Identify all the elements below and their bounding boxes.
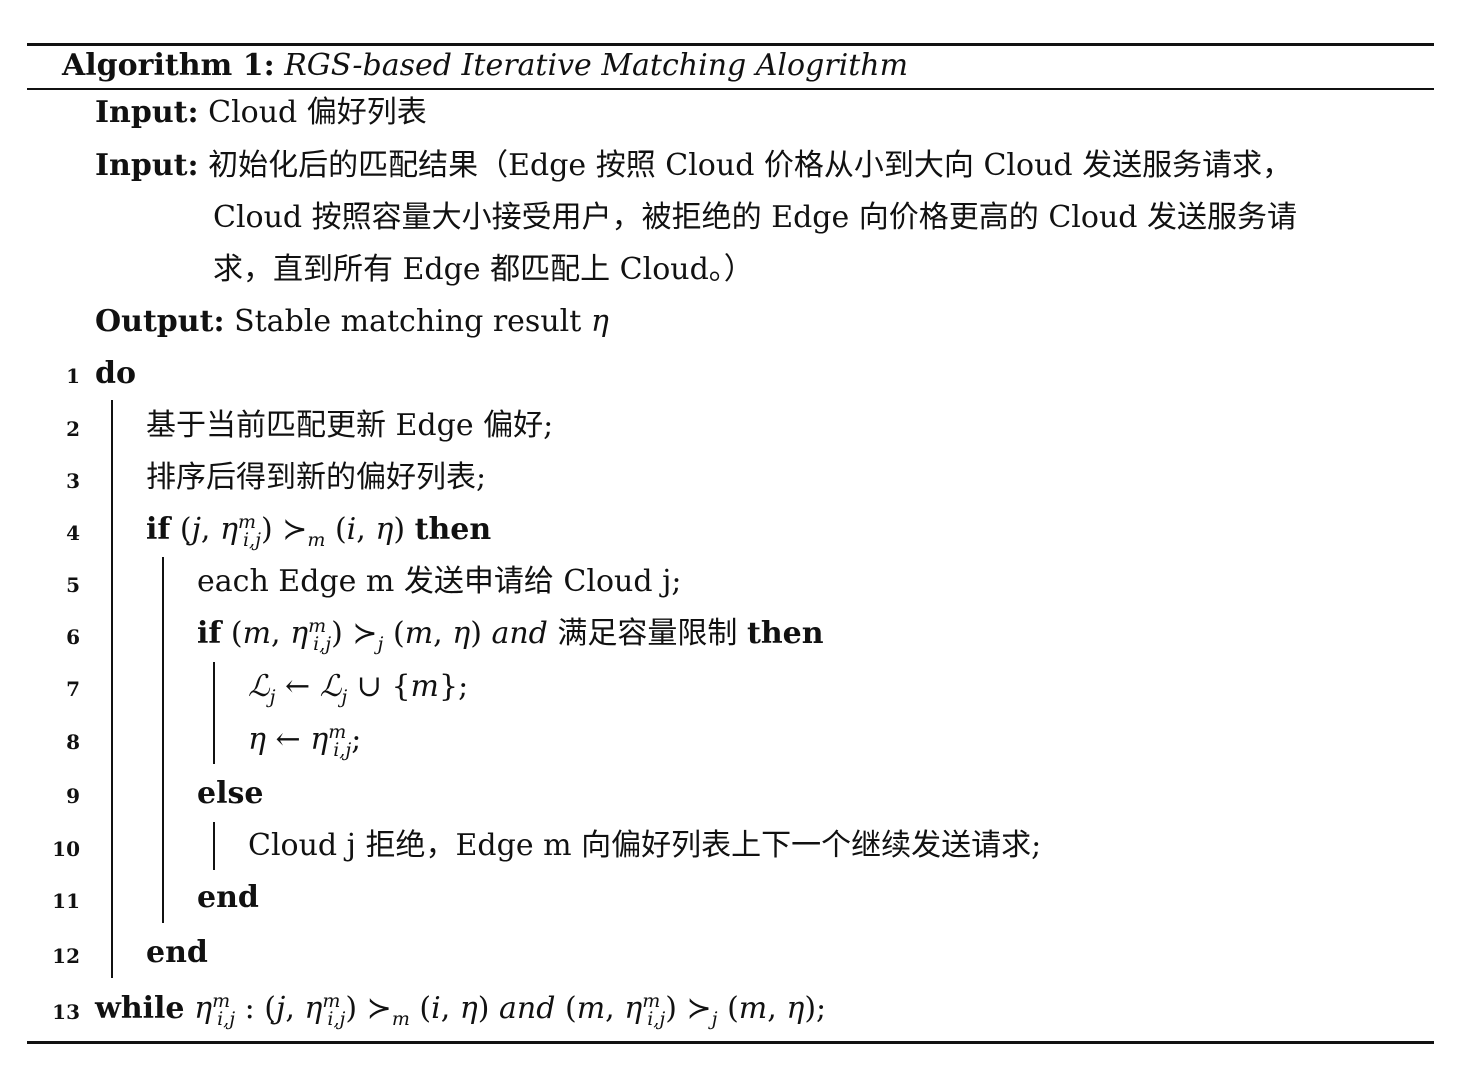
then-keyword: then [746,616,824,651]
algorithm-caption: Algorithm 1: RGS-based Iterative Matchin… [62,46,908,86]
line-number: 1 [66,364,80,388]
math-expression: ηmi,j : (j, ηmi,j) ≻m (i, η) and (m, ηmi… [194,990,827,1030]
if-keyword: if [146,512,171,547]
line-number: 3 [66,469,80,493]
line-number: 12 [52,944,80,968]
end-keyword: end [197,880,259,915]
output-text: Stable matching result [234,304,582,339]
line-number: 2 [66,417,80,441]
algorithm-label: Algorithm 1: [62,48,275,83]
input-1-text: Cloud 偏好列表 [208,95,427,130]
line-number: 6 [66,625,80,649]
line-6-statement: if (m, ηmi,j) ≻j (m, η) and 满足容量限制 then [197,614,824,654]
line-number: 11 [52,889,80,913]
bottom-rule [27,1041,1434,1044]
line-number: 7 [66,677,80,701]
then-keyword: then [414,512,492,547]
algorithm-title: RGS-based Iterative Matching Alogrithm [284,48,909,83]
math-expression: (j, ηmi,j) ≻m (i, η) [179,511,406,551]
else-block-bar [213,822,215,870]
line-4-statement: if (j, ηmi,j) ≻m (i, η) then [146,510,491,550]
input-1: Input: Cloud 偏好列表 [95,93,427,133]
line-8-statement: η ← ηmi,j; [248,720,361,760]
line-number: 4 [66,521,80,545]
math-expression: (m, ηmi,j) ≻j (m, η) and [230,615,548,655]
if-keyword: if [197,616,222,651]
input-1-label: Input: [95,95,199,130]
line-number: 9 [66,784,80,808]
output-label: Output: [95,304,225,339]
do-block-bar [111,400,113,978]
input-2-line-2: Cloud 按照容量大小接受用户，被拒绝的 Edge 向价格更高的 Cloud … [213,200,1298,235]
line-7-statement: ℒj ← ℒj ∪ {m}; [248,667,468,707]
while-keyword: while [95,991,185,1026]
input-2: Input: 初始化后的匹配结果（Edge 按照 Cloud 价格从小到大向 C… [95,146,1292,186]
then-block-bar [213,662,215,764]
line-number: 13 [52,1000,80,1024]
end-keyword: end [146,935,208,970]
if-block-bar [162,557,164,923]
line-number: 10 [52,837,80,861]
line-13-statement: while ηmi,j : (j, ηmi,j) ≻m (i, η) and (… [95,989,826,1029]
capacity-condition: 满足容量限制 [557,616,738,651]
do-keyword: do [95,356,136,391]
output-symbol: η [590,304,609,339]
math-expression: ℒj ← ℒj ∪ {m}; [248,669,469,708]
line-5-statement: each Edge m 发送申请给 Cloud j; [197,564,682,599]
header-rule [27,88,1434,90]
input-2-label: Input: [95,148,199,183]
math-expression: η ← ηmi,j; [248,721,362,761]
input-2-line-3: 求，直到所有 Edge 都匹配上 Cloud。） [213,252,754,287]
line-10-statement: Cloud j 拒绝，Edge m 向偏好列表上下一个继续发送请求; [248,828,1042,863]
line-2-statement: 基于当前匹配更新 Edge 偏好; [146,408,554,443]
else-keyword: else [197,776,264,811]
input-2-line-1: 初始化后的匹配结果（Edge 按照 Cloud 价格从小到大向 Cloud 发送… [208,148,1293,183]
line-number: 8 [66,730,80,754]
output: Output: Stable matching result η [95,302,609,342]
line-3-statement: 排序后得到新的偏好列表; [146,460,487,495]
line-number: 5 [66,573,80,597]
